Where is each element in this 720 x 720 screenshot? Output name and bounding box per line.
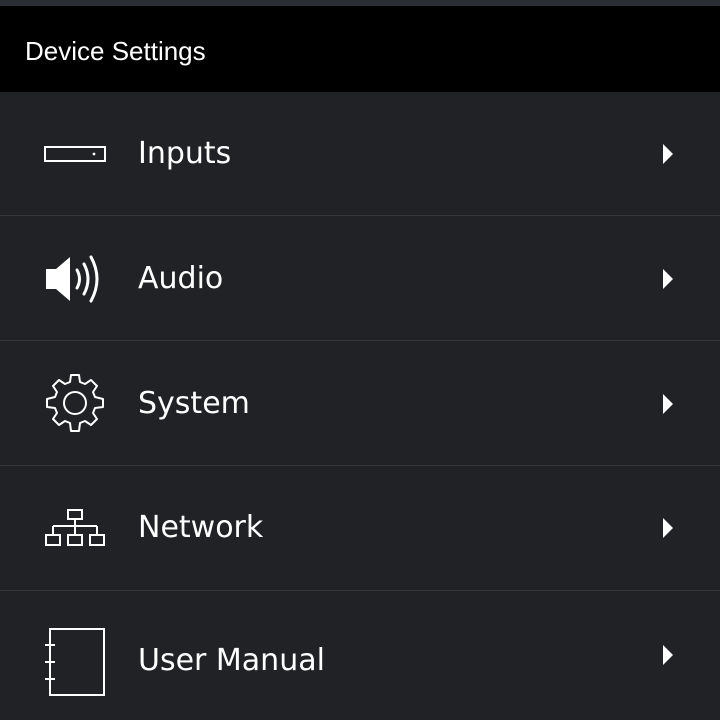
menu-item-label: System <box>138 386 250 421</box>
page-title: Device Settings <box>25 36 206 66</box>
menu-item-label: Audio <box>138 261 224 296</box>
header-bar: Device Settings <box>0 6 720 92</box>
menu-item-user-manual[interactable]: User Manual <box>0 591 720 720</box>
menu-item-network[interactable]: Network <box>0 466 720 591</box>
menu-item-audio[interactable]: Audio <box>0 216 720 341</box>
settings-menu: Inputs Audio System Network User Manual <box>0 92 720 720</box>
menu-item-label: User Manual <box>138 643 325 678</box>
network-icon <box>44 508 106 548</box>
chevron-right-icon <box>663 144 673 164</box>
speaker-icon <box>44 249 106 309</box>
chevron-right-icon <box>663 645 673 665</box>
input-device-icon <box>44 139 106 169</box>
notebook-icon <box>44 627 106 697</box>
menu-item-label: Network <box>138 510 264 545</box>
chevron-right-icon <box>663 394 673 414</box>
gear-icon <box>44 373 106 433</box>
menu-item-inputs[interactable]: Inputs <box>0 92 720 216</box>
menu-item-label: Inputs <box>138 136 232 171</box>
chevron-right-icon <box>663 518 673 538</box>
menu-item-system[interactable]: System <box>0 341 720 466</box>
chevron-right-icon <box>663 269 673 289</box>
